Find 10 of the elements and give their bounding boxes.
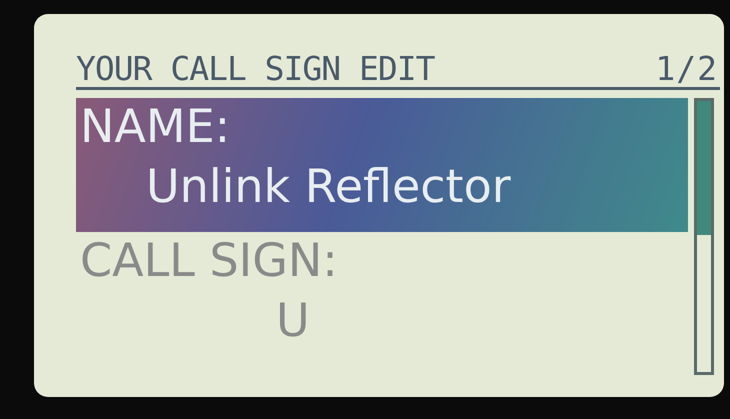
field-row[interactable]: CALL SIGN: U	[76, 232, 688, 366]
field-label: CALL SIGN:	[80, 232, 339, 288]
screen-title: YOUR CALL SIGN EDIT	[76, 52, 434, 85]
scrollbar-thumb[interactable]	[697, 101, 711, 235]
scrollbar[interactable]	[694, 98, 714, 375]
field-label: NAME:	[80, 98, 232, 154]
field-row[interactable]: NAME: Unlink Reflector	[76, 98, 688, 232]
field-value: U	[275, 292, 311, 349]
page-indicator: 1/2	[655, 52, 718, 85]
field-value: Unlink Reflector	[145, 158, 512, 215]
